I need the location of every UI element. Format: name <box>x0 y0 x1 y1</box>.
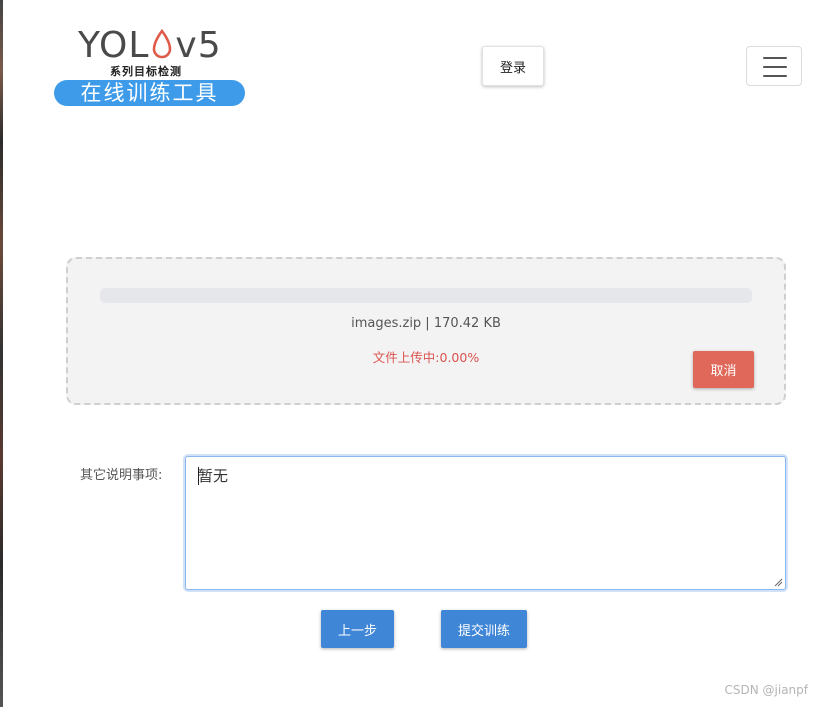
logo-subtitle: 系列目标检测 <box>110 65 182 78</box>
hamburger-icon-bar-2 <box>763 66 787 68</box>
logo-drop-icon <box>153 29 172 59</box>
login-button[interactable]: 登录 <box>482 46 544 86</box>
menu-button[interactable] <box>746 46 802 86</box>
prev-step-button[interactable]: 上一步 <box>321 610 394 648</box>
upload-progress-bar <box>100 288 752 303</box>
logo-word-suffix: v5 <box>175 25 222 66</box>
notes-textarea[interactable]: 暂无 <box>185 456 786 590</box>
hamburger-icon-bar-3 <box>763 75 787 77</box>
upload-panel: images.zip | 170.42 KB 文件上传中:0.00% 取消 <box>66 257 786 405</box>
logo: YOL v5 系列目标检测 在线训练工具 <box>54 26 246 108</box>
upload-status: 文件上传中:0.00% <box>372 350 480 365</box>
text-caret <box>198 467 199 485</box>
logo-word-prefix: YOL <box>78 25 150 66</box>
notes-value: 暂无 <box>198 467 229 485</box>
watermark: CSDN @jianpf <box>724 683 809 697</box>
background-window-edge <box>0 0 3 707</box>
page: YOL v5 系列目标检测 在线训练工具 登录 images.zip | 170… <box>0 0 826 707</box>
logo-tagline: 在线训练工具 <box>54 80 245 106</box>
hamburger-icon-bar-1 <box>763 57 787 59</box>
cancel-button[interactable]: 取消 <box>693 351 754 388</box>
notes-label: 其它说明事项: <box>80 468 163 483</box>
file-info: images.zip | 170.42 KB <box>351 316 501 331</box>
logo-wordmark: YOL v5 <box>78 26 222 66</box>
submit-training-button[interactable]: 提交训练 <box>441 610 527 648</box>
resize-grip-icon[interactable] <box>774 578 783 587</box>
